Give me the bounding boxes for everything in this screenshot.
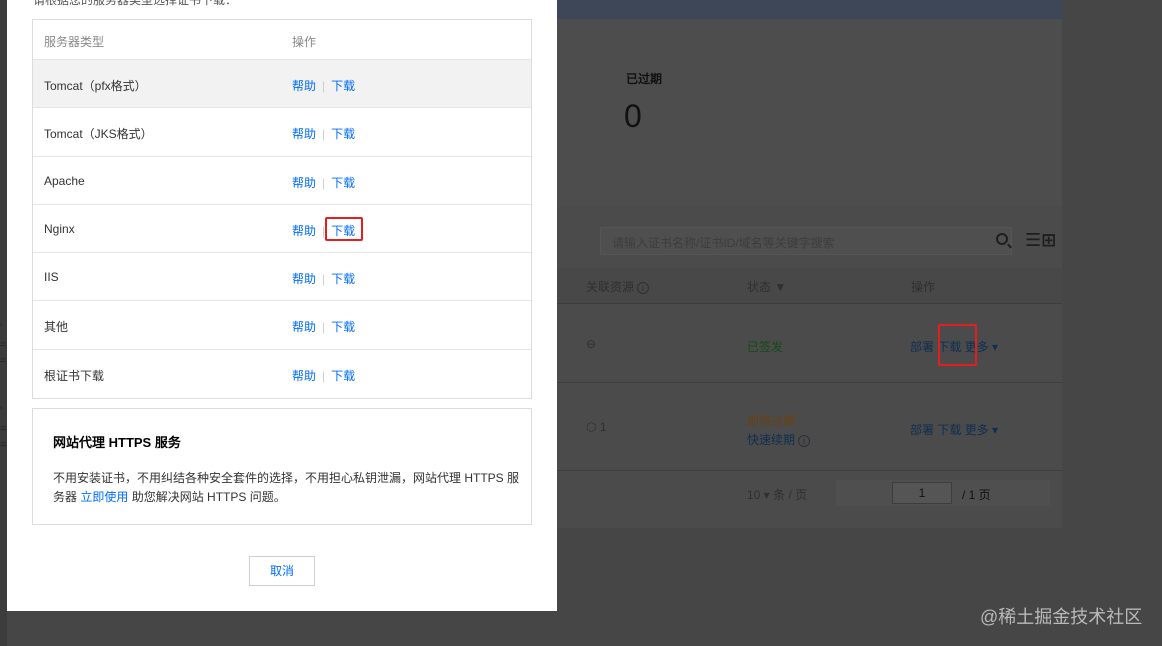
table-header: 服务器类型 操作: [33, 20, 531, 60]
left-edge-text: =: [0, 355, 7, 367]
download-link[interactable]: 下载: [937, 423, 961, 437]
cancel-button[interactable]: 取消: [249, 556, 315, 586]
divider: |: [322, 272, 326, 287]
page-total: / 1 页: [962, 488, 991, 502]
table-row: IIS 帮助 | 下载: [33, 253, 531, 302]
server-type-name: 其他: [44, 320, 69, 335]
left-edge-text: ': [0, 405, 3, 417]
row-actions: 帮助 | 下载: [292, 125, 355, 142]
use-now-link[interactable]: 立即使用: [80, 490, 128, 504]
promo-text: 不用安装证书，不用纠结各种安全套件的选择，不用担心私钥泄漏，网站代理 HTTPS…: [53, 469, 523, 507]
help-link[interactable]: 帮助: [292, 224, 316, 238]
divider: |: [322, 175, 326, 190]
download-cert-dialog: 请根据您的服务器类型选择证书下载： 服务器类型 操作 Tomcat（pfx格式）…: [7, 0, 557, 611]
download-link[interactable]: 下载: [331, 79, 355, 93]
download-link[interactable]: 下载: [331, 176, 355, 190]
row-actions: 帮助 | 下载: [292, 318, 355, 335]
download-link-wrapper: 下载: [325, 216, 364, 241]
info-icon: i: [798, 435, 811, 447]
divider: |: [322, 79, 326, 93]
cert-search-placeholder: 请输入证书名称/证书ID/域名等关键字搜索: [612, 236, 835, 250]
help-link[interactable]: 帮助: [292, 176, 316, 190]
page-number-input[interactable]: 1: [892, 482, 952, 504]
table-row: Tomcat（JKS格式） 帮助 | 下载: [33, 108, 531, 157]
watermark: @稀土掘金技术社区: [980, 607, 1143, 627]
deploy-link[interactable]: 部署: [910, 423, 934, 437]
divider: |: [322, 127, 326, 142]
help-link[interactable]: 帮助: [292, 320, 316, 334]
resource-cell: ⬡ 1: [586, 420, 607, 434]
row-actions: 帮助 | 下载: [292, 367, 355, 384]
page-size-select[interactable]: 10 ▾ 条 / 页: [747, 486, 807, 503]
help-link[interactable]: 帮助: [292, 127, 316, 141]
table-row: 其他 帮助 | 下载: [33, 301, 531, 350]
info-icon: i: [637, 282, 650, 294]
help-link[interactable]: 帮助: [292, 369, 316, 383]
table-row: Tomcat（pfx格式） 帮助 | 下载: [33, 60, 531, 109]
view-toggle-icon[interactable]: ☰⊞: [1025, 230, 1056, 251]
left-edge-text: =: [0, 423, 7, 435]
left-edge-text: =: [0, 339, 7, 351]
quick-renew-link[interactable]: 快速续期 i: [747, 431, 811, 448]
table-row: Nginx 帮助 | 下载: [33, 205, 531, 254]
server-type-name: 根证书下载: [44, 368, 105, 383]
download-link[interactable]: 下载: [331, 272, 355, 286]
download-link[interactable]: 下载: [331, 320, 355, 334]
left-edge-text: =: [0, 439, 7, 451]
row-divider: [557, 470, 1062, 471]
status-badge-issued: 已签发: [747, 340, 784, 354]
download-highlight-box: [938, 324, 977, 366]
search-icon[interactable]: [996, 233, 1008, 245]
expired-stat-label: 已过期: [626, 72, 663, 86]
dialog-intro: 请根据您的服务器类型选择证书下载：: [33, 0, 238, 7]
promo-title: 网站代理 HTTPS 服务: [53, 435, 181, 450]
table-row-actions: 部署 下载 更多 ▾: [910, 421, 998, 438]
row-actions: 帮助 | 下载: [292, 216, 364, 241]
download-link[interactable]: 下载: [331, 127, 355, 141]
table-row: Apache 帮助 | 下载: [33, 157, 531, 205]
server-type-name: Nginx: [44, 221, 75, 236]
column-header-resource: 关联资源 i: [586, 278, 650, 295]
more-dropdown[interactable]: 更多 ▾: [965, 423, 998, 437]
promo-text-part: 助您解决网站 HTTPS 问题。: [128, 490, 286, 504]
server-type-table: 服务器类型 操作 Tomcat（pfx格式） 帮助 | 下载 Tomcat（JKS格…: [32, 19, 532, 400]
table-row: 根证书下载 帮助 | 下载: [33, 350, 531, 398]
column-header-status[interactable]: 状态 ▼: [747, 278, 786, 295]
divider: |: [322, 368, 326, 383]
divider: |: [322, 320, 326, 335]
background-header-bar: [557, 0, 1062, 19]
server-type-name: Tomcat（JKS格式）: [44, 127, 153, 142]
column-header-server-type: 服务器类型: [44, 35, 105, 49]
row-actions: 帮助 | 下载: [292, 174, 355, 191]
help-link[interactable]: 帮助: [292, 79, 316, 93]
download-highlight-box: [325, 216, 364, 241]
filter-icon[interactable]: ▼: [774, 280, 786, 294]
status-badge-expiring: 即将过期: [747, 414, 796, 428]
resource-cell: ⊖: [586, 337, 597, 351]
column-header-action: 操作: [292, 35, 317, 49]
row-actions: 帮助 | 下载: [292, 270, 355, 287]
row-divider: [557, 382, 1062, 383]
column-header-action: 操作: [911, 280, 936, 294]
server-type-name: Apache: [44, 173, 85, 188]
row-actions: 帮助 | 下载: [292, 77, 355, 94]
expired-stat-value: 0: [624, 98, 642, 134]
server-type-name: IIS: [44, 270, 59, 285]
help-link[interactable]: 帮助: [292, 272, 316, 286]
left-edge-text: ': [0, 322, 3, 334]
download-link[interactable]: 下载: [331, 369, 355, 383]
https-proxy-promo: 网站代理 HTTPS 服务 不用安装证书，不用纠结各种安全套件的选择，不用担心私…: [32, 408, 532, 525]
server-type-name: Tomcat（pfx格式）: [44, 79, 147, 93]
deploy-link[interactable]: 部署: [910, 340, 934, 354]
